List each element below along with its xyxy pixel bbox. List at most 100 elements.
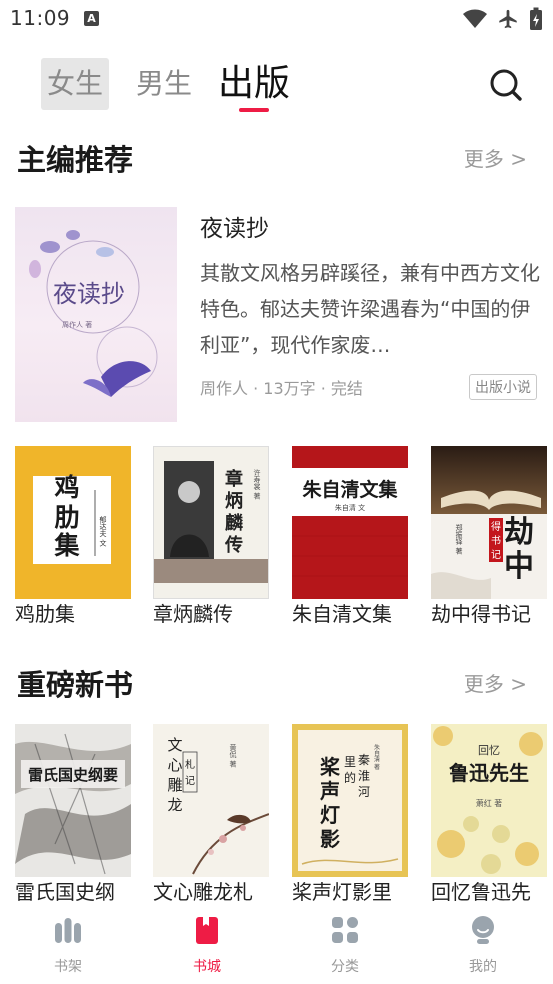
search-icon[interactable] — [488, 67, 524, 103]
featured-book-title: 夜读抄 — [200, 216, 269, 242]
nav-bookstore[interactable]: 书城 — [167, 914, 247, 976]
featured-book-cover[interactable]: 夜读抄 周作人 著 — [15, 207, 177, 422]
book-name: 文心雕龙札 — [153, 880, 253, 904]
cover-author: 郑振铎 著 — [455, 524, 463, 555]
nav-label: 书城 — [193, 959, 221, 975]
svg-text:札: 札 — [185, 758, 195, 771]
book-item[interactable]: 文 心 雕 龙 札 记 黄侃 著 文心雕龙札 — [153, 724, 269, 907]
cover-author: 朱自清 文 — [335, 503, 365, 512]
cover-subtitle: 回忆 — [478, 744, 500, 757]
bookstore-icon — [196, 917, 218, 944]
featured-book[interactable]: 夜读抄 周作人 著 夜读抄 其散文风格另辟蹊径，兼有中西方文化特色。郁达夫赞许梁… — [15, 207, 540, 422]
editor-pick-more-link[interactable]: 更多 > — [464, 143, 527, 172]
svg-text:灯: 灯 — [320, 803, 340, 827]
cover-author: 周作人 著 — [62, 320, 92, 329]
svg-text:传: 传 — [224, 534, 243, 556]
featured-book-meta: 周作人 · 13万字 · 完结 — [200, 379, 363, 398]
book-cover[interactable]: 文 心 雕 龙 札 记 黄侃 著 — [153, 724, 269, 877]
svg-text:记: 记 — [491, 549, 501, 561]
book-name: 回忆鲁迅先 — [431, 880, 531, 904]
cover-author: 朱自清 著 — [373, 743, 380, 771]
svg-text:炳: 炳 — [225, 491, 243, 512]
nav-bookshelf[interactable]: 书架 — [28, 914, 108, 976]
status-time: 11:09 — [10, 6, 71, 30]
book-name: 雷氏国史纲 — [15, 880, 115, 904]
book-item[interactable]: 章 炳 麟 传 许寿裳 著 章炳麟传 — [153, 446, 269, 629]
cover-author: 郁达夫 文 — [99, 515, 107, 547]
svg-text:雕: 雕 — [167, 776, 182, 794]
cover-art: 夜读抄 周作人 著 — [29, 230, 158, 397]
cover-title-2: 肋 — [54, 503, 79, 532]
notification-a-icon: A — [84, 11, 99, 26]
category-icon — [332, 917, 358, 943]
svg-text:里: 里 — [344, 755, 356, 769]
svg-text:章: 章 — [225, 468, 243, 490]
book-item[interactable]: 雷氏国史纲要 雷氏国史纲 — [15, 724, 131, 907]
book-item[interactable]: 朱自清文集 朱自清 文 朱自清文集 — [292, 446, 408, 629]
book-name: 劫中得书记 — [431, 602, 531, 626]
svg-text:影: 影 — [320, 827, 340, 851]
cover-title: 雷氏国史纲要 — [28, 766, 118, 784]
book-cover[interactable]: 章 炳 麟 传 许寿裳 著 — [153, 446, 269, 599]
svg-text:龙: 龙 — [167, 796, 182, 814]
bottom-nav: 书架 书城 分类 我的 — [0, 906, 553, 984]
battery-charging-icon — [530, 7, 542, 30]
book-cover[interactable]: 鸡 肋 集 郁达夫 文 — [15, 446, 131, 599]
channel-tabs: 女生 男生 出版 — [0, 56, 553, 116]
svg-text:麟: 麟 — [225, 512, 244, 534]
book-cover[interactable]: 桨 声 灯 影 里 的 秦 淮 河 朱自清 著 — [292, 724, 408, 877]
svg-text:记: 记 — [185, 775, 195, 787]
cover-author: 许寿裳 著 — [253, 468, 261, 500]
book-item[interactable]: 桨 声 灯 影 里 的 秦 淮 河 朱自清 著 桨声灯影里 — [292, 724, 408, 907]
book-name: 朱自清文集 — [292, 602, 392, 626]
tab-female[interactable]: 女生 — [41, 58, 109, 110]
nav-label: 书架 — [54, 959, 82, 975]
book-cover[interactable]: 回忆 鲁迅先生 萧红 著 — [431, 724, 547, 877]
editor-pick-title: 主编推荐 — [17, 143, 134, 177]
book-cover[interactable]: 雷氏国史纲要 — [15, 724, 131, 877]
svg-text:声: 声 — [319, 779, 340, 803]
book-cover[interactable]: 朱自清文集 朱自清 文 — [292, 446, 408, 599]
wifi-icon — [463, 9, 487, 28]
new-books-more-link[interactable]: 更多 > — [464, 668, 527, 697]
profile-icon — [472, 916, 494, 944]
new-books-title: 重磅新书 — [17, 668, 134, 702]
nav-label: 我的 — [469, 959, 497, 975]
book-name: 桨声灯影里 — [292, 880, 392, 904]
airplane-icon — [499, 9, 517, 29]
tab-publish[interactable]: 出版 — [218, 58, 290, 110]
svg-text:中: 中 — [504, 549, 534, 584]
book-name: 鸡肋集 — [15, 602, 75, 626]
book-name: 章炳麟传 — [153, 602, 233, 626]
cover-title-1: 鸡 — [53, 473, 79, 502]
cover-title-3: 集 — [53, 531, 80, 560]
nav-label: 分类 — [331, 959, 359, 975]
cover-title: 夜读抄 — [53, 280, 125, 308]
active-tab-indicator — [239, 108, 269, 112]
cover-author: 萧红 著 — [476, 798, 503, 808]
status-icons — [463, 7, 543, 31]
nav-category[interactable]: 分类 — [305, 914, 385, 976]
svg-text:心: 心 — [167, 756, 182, 774]
featured-book-description: 其散文风格另辟蹊径，兼有中西方文化特色。郁达夫赞许梁遇春为“中国的伊利亚”，现代… — [200, 261, 540, 357]
book-item[interactable]: 回忆 鲁迅先生 萧红 著 回忆鲁迅先 — [431, 724, 547, 907]
svg-text:秦: 秦 — [358, 753, 370, 767]
status-bar: 11:09 A — [0, 0, 553, 38]
book-item[interactable]: 劫 中 得 书 记 郑振铎 著 劫中得书记 — [431, 446, 547, 629]
svg-text:劫: 劫 — [504, 515, 534, 550]
svg-text:的: 的 — [344, 770, 356, 785]
book-cover[interactable]: 劫 中 得 书 记 郑振铎 著 — [431, 446, 547, 599]
bookshelf-icon — [55, 918, 81, 943]
nav-profile[interactable]: 我的 — [443, 914, 523, 976]
featured-book-tag: 出版小说 — [469, 374, 537, 400]
cover-title: 朱自清文集 — [302, 478, 398, 501]
svg-text:得: 得 — [491, 521, 501, 533]
svg-text:文: 文 — [167, 736, 182, 754]
cover-title: 鲁迅先生 — [449, 761, 529, 785]
svg-text:河: 河 — [358, 785, 370, 799]
book-item[interactable]: 鸡 肋 集 郁达夫 文 鸡肋集 — [15, 446, 131, 629]
svg-text:书: 书 — [491, 535, 501, 547]
tab-male[interactable]: 男生 — [136, 58, 192, 110]
svg-text:桨: 桨 — [320, 755, 341, 779]
svg-text:淮: 淮 — [358, 769, 370, 783]
